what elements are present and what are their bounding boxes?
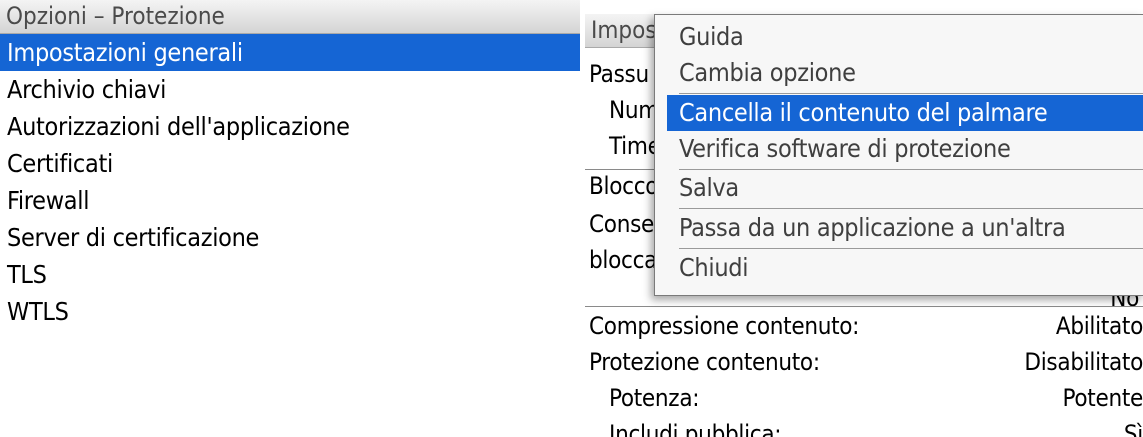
list-item-certificati[interactable]: Certificati: [0, 145, 580, 182]
menu-item-guida[interactable]: Guida: [667, 19, 1143, 55]
security-options-screen: Opzioni – Protezione Impostazioni genera…: [0, 0, 580, 437]
list-item-wtls[interactable]: WTLS: [0, 293, 580, 330]
menu-separator: [679, 93, 1143, 94]
menu-separator: [679, 208, 1143, 209]
context-menu: Guida Cambia opzione Cancella il contenu…: [654, 14, 1143, 296]
setting-includi-value[interactable]: Sì: [1124, 420, 1143, 437]
menu-item-cancella-contenuto[interactable]: Cancella il contenuto del palmare: [667, 95, 1143, 131]
row-passu[interactable]: Passu: [589, 60, 649, 88]
screen-title: Opzioni – Protezione: [6, 2, 225, 30]
row-blocca[interactable]: blocca: [589, 246, 657, 274]
list-item-impostazioni-generali[interactable]: Impostazioni generali: [0, 34, 580, 71]
list-item-autorizzazioni[interactable]: Autorizzazioni dell'applicazione: [0, 108, 580, 145]
row-num[interactable]: Num: [609, 96, 659, 124]
row-time[interactable]: Time: [609, 132, 661, 160]
setting-compressione-value[interactable]: Abilitato: [1056, 312, 1143, 340]
menu-item-salva[interactable]: Salva: [667, 170, 1143, 206]
list-item-archivio-chiavi[interactable]: Archivio chiavi: [0, 71, 580, 108]
list-item-firewall[interactable]: Firewall: [0, 182, 580, 219]
setting-compressione-label: Compressione contenuto:: [589, 312, 860, 340]
menu-item-verifica-software[interactable]: Verifica software di protezione: [667, 131, 1143, 167]
separator: [585, 306, 1143, 307]
setting-potenza-value[interactable]: Potente: [1063, 384, 1143, 412]
setting-includi-label: Includi pubblica:: [609, 420, 782, 437]
list-item-tls[interactable]: TLS: [0, 256, 580, 293]
setting-potenza-label: Potenza:: [609, 384, 700, 412]
menu-item-chiudi[interactable]: Chiudi: [667, 250, 1143, 286]
title-bar: Opzioni – Protezione: [0, 0, 580, 34]
options-list: Impostazioni generali Archivio chiavi Au…: [0, 34, 580, 330]
setting-protezione-label: Protezione contenuto:: [589, 348, 820, 376]
menu-item-cambia-opzione[interactable]: Cambia opzione: [667, 55, 1143, 91]
row-blocco[interactable]: Blocco: [589, 172, 658, 200]
setting-protezione-value[interactable]: Disabilitato: [1024, 348, 1143, 376]
list-item-server-certificazione[interactable]: Server di certificazione: [0, 219, 580, 256]
row-conse[interactable]: Conse: [589, 210, 654, 238]
menu-item-passa-applicazione[interactable]: Passa da un applicazione a un'altra: [667, 210, 1143, 246]
menu-separator: [679, 248, 1143, 249]
